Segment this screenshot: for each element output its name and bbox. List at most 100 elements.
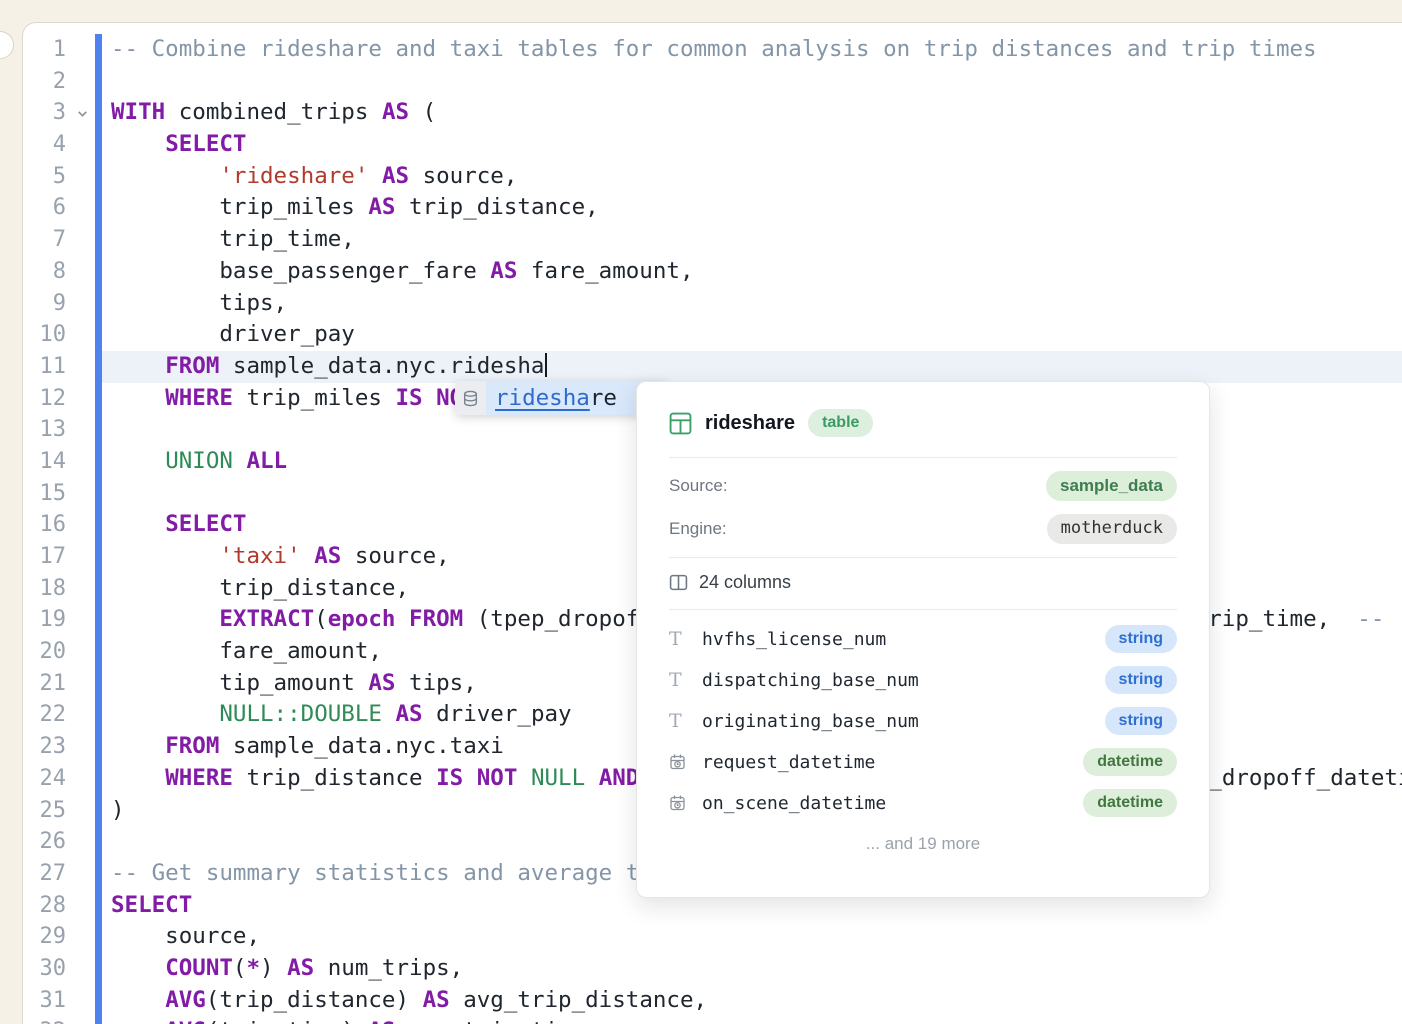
code-line-text[interactable]: AVG(trip_distance) AS avg_trip_distance,: [102, 985, 1402, 1017]
code-line[interactable]: 8 base_passenger_fare AS fare_amount,: [23, 256, 1402, 288]
code-line-text[interactable]: trip_miles AS trip_distance,: [102, 192, 1402, 224]
gutter-change-bar: [95, 636, 102, 668]
code-token: FROM: [165, 353, 219, 379]
code-line-text[interactable]: driver_pay: [102, 319, 1402, 351]
code-line-text[interactable]: tips,: [102, 288, 1402, 320]
fold-gutter: [69, 224, 95, 256]
column-list: Thvfhs_license_numstringTdispatching_bas…: [669, 624, 1177, 818]
line-number[interactable]: 6: [23, 192, 69, 224]
line-number[interactable]: 28: [23, 890, 69, 922]
code-token: ALL: [246, 448, 287, 474]
gutter-change-bar: [95, 129, 102, 161]
code-line-text[interactable]: base_passenger_fare AS fare_amount,: [102, 256, 1402, 288]
code-line[interactable]: 11 FROM sample_data.nyc.ridesha: [23, 351, 1402, 383]
code-token: [111, 955, 165, 981]
line-number[interactable]: 32: [23, 1016, 69, 1024]
line-number[interactable]: 30: [23, 953, 69, 985]
code-token: combined_trips: [165, 99, 382, 125]
code-line-text[interactable]: trip_time,: [102, 224, 1402, 256]
code-line-text[interactable]: [102, 66, 1402, 98]
code-token: [111, 448, 165, 474]
code-line[interactable]: 10 driver_pay: [23, 319, 1402, 351]
fold-gutter: [69, 478, 95, 510]
line-number[interactable]: 15: [23, 478, 69, 510]
code-line[interactable]: 9 tips,: [23, 288, 1402, 320]
code-line[interactable]: 1 -- Combine rideshare and taxi tables fo…: [23, 34, 1402, 66]
line-number[interactable]: 31: [23, 985, 69, 1017]
panel-collapse-handle[interactable]: [0, 31, 14, 59]
gutter-change-bar: [95, 288, 102, 320]
code-line[interactable]: 30 COUNT(*) AS num_trips,: [23, 953, 1402, 985]
code-line[interactable]: 3 WITH combined_trips AS (: [23, 97, 1402, 129]
line-number[interactable]: 19: [23, 604, 69, 636]
line-number[interactable]: 12: [23, 383, 69, 415]
line-number[interactable]: 22: [23, 699, 69, 731]
code-token: tips,: [395, 670, 476, 696]
line-number[interactable]: 5: [23, 161, 69, 193]
gutter-change-bar: [95, 224, 102, 256]
code-line[interactable]: 6 trip_miles AS trip_distance,: [23, 192, 1402, 224]
line-number[interactable]: 25: [23, 795, 69, 827]
line-number[interactable]: 1: [23, 34, 69, 66]
fold-gutter: [69, 66, 95, 98]
fold-gutter: [69, 668, 95, 700]
code-line[interactable]: 32 AVG(trip_time) AS avg_trip_time,: [23, 1016, 1402, 1024]
line-number[interactable]: 26: [23, 826, 69, 858]
table-type-badge: table: [808, 409, 873, 437]
divider: [669, 457, 1177, 458]
code-token: AS: [368, 670, 395, 696]
fold-chevron-icon[interactable]: [69, 97, 95, 129]
fold-gutter: [69, 319, 95, 351]
code-line-text[interactable]: source,: [102, 921, 1402, 953]
line-number[interactable]: 3: [23, 97, 69, 129]
code-token: 'taxi': [219, 543, 300, 569]
code-token: NOT: [477, 765, 518, 791]
line-number[interactable]: 11: [23, 351, 69, 383]
code-line[interactable]: 7 trip_time,: [23, 224, 1402, 256]
line-number[interactable]: 27: [23, 858, 69, 890]
code-token: AS: [287, 955, 314, 981]
table-info-card: rideshare table Source: sample_data Engi…: [636, 381, 1210, 898]
line-number[interactable]: 9: [23, 288, 69, 320]
line-number[interactable]: 18: [23, 573, 69, 605]
code-line[interactable]: 31 AVG(trip_distance) AS avg_trip_distan…: [23, 985, 1402, 1017]
code-line-text[interactable]: 'rideshare' AS source,: [102, 161, 1402, 193]
code-line[interactable]: 2: [23, 66, 1402, 98]
line-number[interactable]: 21: [23, 668, 69, 700]
line-number[interactable]: 14: [23, 446, 69, 478]
code-line[interactable]: 5 'rideshare' AS source,: [23, 161, 1402, 193]
line-number[interactable]: 7: [23, 224, 69, 256]
code-token: [233, 448, 247, 474]
fold-gutter: [69, 129, 95, 161]
code-line-text[interactable]: FROM sample_data.nyc.ridesha: [102, 351, 1402, 383]
line-number[interactable]: 29: [23, 921, 69, 953]
code-token: avg_trip_distance,: [450, 987, 707, 1013]
line-number[interactable]: 23: [23, 731, 69, 763]
line-number[interactable]: 4: [23, 129, 69, 161]
gutter-change-bar: [95, 383, 102, 415]
code-token: trip_time,: [111, 226, 355, 252]
fold-gutter: [69, 541, 95, 573]
line-number[interactable]: 17: [23, 541, 69, 573]
code-line-text[interactable]: WITH combined_trips AS (: [102, 97, 1402, 129]
divider: [669, 609, 1177, 610]
line-number[interactable]: 20: [23, 636, 69, 668]
line-number[interactable]: 10: [23, 319, 69, 351]
line-number[interactable]: 8: [23, 256, 69, 288]
line-number[interactable]: 2: [23, 66, 69, 98]
line-number[interactable]: 16: [23, 509, 69, 541]
line-number[interactable]: 13: [23, 414, 69, 446]
code-line-text[interactable]: AVG(trip_time) AS avg_trip_time,: [102, 1016, 1402, 1024]
text-cursor: [545, 353, 547, 377]
gutter-change-bar: [95, 97, 102, 129]
code-token: [111, 733, 165, 759]
datetime-type-icon: [669, 794, 687, 812]
line-number[interactable]: 24: [23, 763, 69, 795]
code-line-text[interactable]: -- Combine rideshare and taxi tables for…: [102, 34, 1402, 66]
code-line-text[interactable]: SELECT: [102, 129, 1402, 161]
fold-gutter: [69, 763, 95, 795]
code-line[interactable]: 4 SELECT: [23, 129, 1402, 161]
code-token: sample_data.nyc.taxi: [219, 733, 503, 759]
code-line-text[interactable]: COUNT(*) AS num_trips,: [102, 953, 1402, 985]
code-line[interactable]: 29 source,: [23, 921, 1402, 953]
